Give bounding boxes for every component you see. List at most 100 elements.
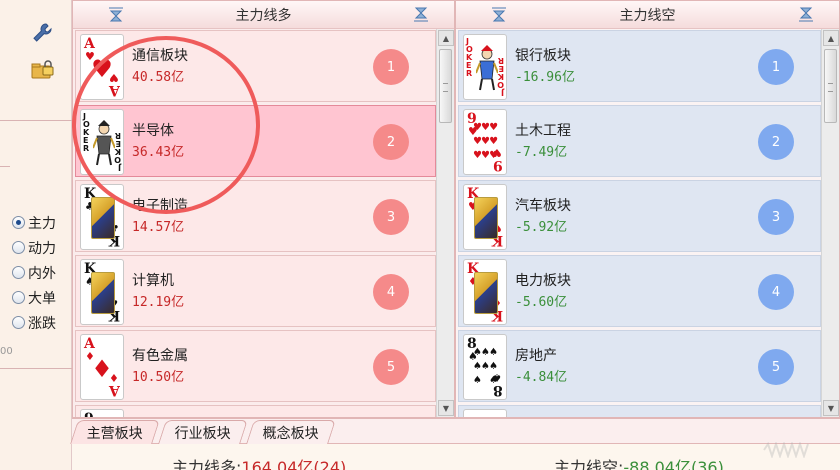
rank-badge: 1 <box>373 49 409 85</box>
card-pip: ♥ <box>489 122 499 133</box>
sector-amount: 14.57亿 <box>132 220 185 235</box>
playing-card-icon: KK♥♥ <box>463 184 507 250</box>
playing-card-icon: JOKERJOKER <box>80 109 124 175</box>
sector-name: 电力板块 <box>515 273 571 289</box>
sector-row[interactable]: A A ♦ ♦ ♦ 有色金属 10.50亿 5 <box>75 330 436 402</box>
rank-badge: 2 <box>373 124 409 160</box>
sector-amount: 36.43亿 <box>132 145 185 160</box>
card-pips: ♠ ♠ ♠ ♠ ♠ ♠ ♠ ♠ <box>473 347 499 386</box>
radio-label: 大单 <box>28 290 56 307</box>
radio-button[interactable] <box>12 266 25 279</box>
scroll-up-arrow-icon[interactable]: ▲ <box>438 30 454 46</box>
radio-zhangdie[interactable]: 涨跌 <box>12 310 70 335</box>
summary-bar: 主力线多:164.04亿(24) 主力线空:-88.04亿(36) <box>72 444 840 470</box>
tab-industry-sector[interactable]: 行业板块 <box>158 420 248 444</box>
playing-card-icon: 9 <box>80 409 124 417</box>
card-center-suit: ♦ <box>91 355 113 383</box>
sort-up-icon[interactable] <box>490 6 508 23</box>
sort-up-icon[interactable] <box>107 6 125 23</box>
card-pip: ♠ <box>481 347 491 358</box>
card-face-figure <box>474 272 498 314</box>
sector-name: 银行板块 <box>515 48 571 64</box>
lock-folder-icon[interactable] <box>30 56 56 82</box>
panel-title: 主力线空 <box>619 7 676 24</box>
long-total: 主力线多:164.04亿(24) <box>172 454 346 470</box>
scroll-down-arrow-icon[interactable]: ▼ <box>823 400 839 416</box>
radio-dongli[interactable]: 动力 <box>12 235 70 260</box>
sector-name: 电子制造 <box>132 198 188 214</box>
radio-zhuli[interactable]: 主力 <box>12 210 70 235</box>
card-pip: ♥ <box>489 150 499 161</box>
playing-card-icon <box>463 409 507 417</box>
joker-text: JOKER <box>466 37 473 78</box>
radio-button[interactable] <box>12 316 25 329</box>
sector-row[interactable]: A A ♥ ♥ ♥ 通信板块 40.58亿 1 <box>75 30 436 102</box>
sector-name: 房地产 <box>515 348 557 364</box>
sector-name: 有色金属 <box>132 348 188 364</box>
wrench-icon[interactable] <box>30 20 56 46</box>
rank-badge: 2 <box>758 124 794 160</box>
tab-label: 主营板块 <box>86 425 143 442</box>
panel-header: 主力线多 <box>73 1 454 29</box>
panel-header: 主力线空 <box>456 1 839 29</box>
playing-card-icon: 9 9 ♥ ♥ ♥ ♥ ♥ ♥ ♥ ♥ ♥ ♥ ♥ <box>463 109 507 175</box>
sector-row[interactable]: KK♥♥ 汽车板块 -5.92亿 3 <box>458 180 821 252</box>
long-list: AA♥♥♥通信板块40.58亿1JOKERJOKER半导体36.43亿2KK♣♣… <box>73 29 436 417</box>
sector-name: 计算机 <box>132 273 174 289</box>
short-total-value: -88.04亿(36) <box>623 458 724 470</box>
card-rank: 9 <box>84 412 94 417</box>
radio-dadan[interactable]: 大单 <box>12 285 70 310</box>
playing-card-icon: KK♠♠ <box>80 259 124 325</box>
sector-row[interactable]: 8 8 ♠ ♠ ♠ ♠ ♠ ♠ ♠ ♠ ♠ ♠ 房地产 -4.84亿 5 <box>458 330 821 402</box>
playing-card-icon: KK♣♣ <box>80 184 124 250</box>
sector-row[interactable] <box>458 405 821 417</box>
sector-name: 通信板块 <box>132 48 188 64</box>
sort-down-icon[interactable] <box>797 6 815 23</box>
scroll-down-arrow-icon[interactable]: ▼ <box>438 400 454 416</box>
playing-card-icon: KK♦♦ <box>463 259 507 325</box>
card-pip: ♠ <box>473 361 482 372</box>
radio-button[interactable] <box>12 241 25 254</box>
card-pip: ♥ <box>481 136 491 147</box>
sector-amount: -4.84亿 <box>515 370 568 385</box>
sector-row[interactable]: KK♦♦ 电力板块 -5.60亿 4 <box>458 255 821 327</box>
long-total-value: 164.04亿(24) <box>241 458 347 470</box>
radio-button[interactable] <box>12 216 25 229</box>
card-pip: ♥ <box>473 150 482 161</box>
vertical-scrollbar[interactable]: ▲ ▼ <box>821 29 839 417</box>
vertical-scrollbar[interactable]: ▲ ▼ <box>436 29 454 417</box>
card-rank: A <box>84 336 95 352</box>
sector-row[interactable]: 9 9 ♥ ♥ ♥ ♥ ♥ ♥ ♥ ♥ ♥ ♥ ♥ 土木工程 -7.49亿 2 <box>458 105 821 177</box>
rank-badge: 4 <box>758 274 794 310</box>
card-pip: ♥ <box>473 122 482 133</box>
sector-row[interactable]: KK♣♣ 电子制造 14.57亿 3 <box>75 180 436 252</box>
sector-row[interactable]: 9 <box>75 405 436 417</box>
card-pip: ♥ <box>473 136 482 147</box>
sector-row[interactable]: J O K E R J O K E R 银行板块 -16.96亿 1 <box>458 30 821 102</box>
radio-button[interactable] <box>12 291 25 304</box>
scroll-up-arrow-icon[interactable]: ▲ <box>823 30 839 46</box>
tab-concept-sector[interactable]: 概念板块 <box>246 420 336 444</box>
long-panel: 主力线多 A A ♥ ♥ ♥ 通信板块 40.58亿 1 J O K E R J O K E R 半导体 36.43亿… <box>72 0 455 418</box>
scroll-thumb[interactable] <box>439 49 452 123</box>
tab-main-sector[interactable]: 主营板块 <box>70 420 160 444</box>
radio-neiwai[interactable]: 内外 <box>12 260 70 285</box>
short-panel: 主力线空 J O K E R J O K E R 银行板块 -16.96亿 1 9 9 ♥ ♥ ♥ ♥ ♥ ♥ ♥ ♥ ♥ ♥ ♥… <box>455 0 840 418</box>
card-pip: ♠ <box>473 347 482 358</box>
sector-row[interactable]: J O K E R J O K E R 半导体 36.43亿 2 <box>75 105 436 177</box>
rank-badge: 3 <box>373 199 409 235</box>
card-pip: ♠ <box>489 375 499 386</box>
sector-amount: 10.50亿 <box>132 370 185 385</box>
playing-card-icon: 8 8 ♠ ♠ ♠ ♠ ♠ ♠ ♠ ♠ ♠ ♠ <box>463 334 507 400</box>
sort-down-icon[interactable] <box>412 6 430 23</box>
scroll-thumb[interactable] <box>824 49 837 123</box>
card-rank: A <box>84 36 95 52</box>
playing-card-icon: JOKERJOKER <box>463 34 507 100</box>
short-total: 主力线空:-88.04亿(36) <box>554 454 724 470</box>
watermark-logo <box>763 442 809 458</box>
sector-row[interactable]: KK♠♠ 计算机 12.19亿 4 <box>75 255 436 327</box>
card-pip: ♠ <box>489 361 499 372</box>
left-toolbar: 00 主力 动力 内外 大单 涨跌 <box>0 0 72 470</box>
sector-amount: 12.19亿 <box>132 295 185 310</box>
joker-text: JOKER <box>83 112 90 153</box>
